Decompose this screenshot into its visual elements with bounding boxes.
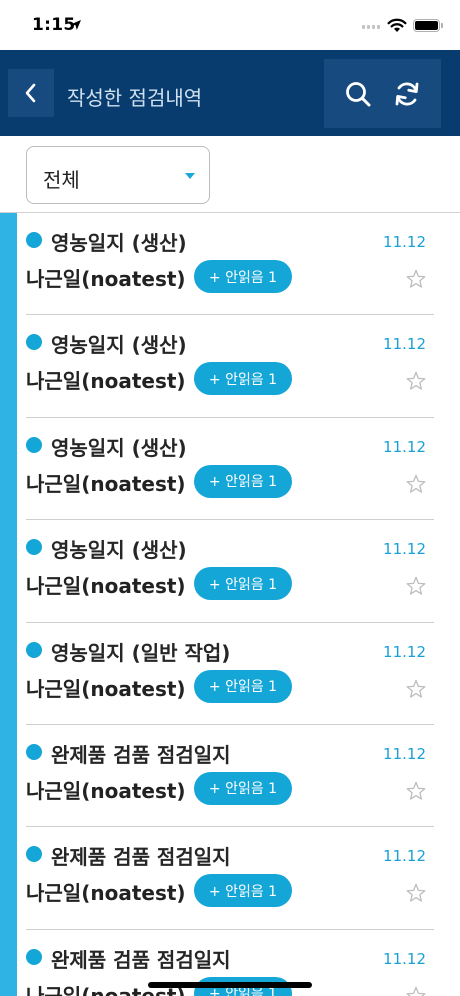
header-actions (324, 59, 441, 128)
unread-badge[interactable]: + 안읽음 1 (194, 567, 292, 601)
unread-badge[interactable]: + 안읽음 1 (194, 362, 292, 396)
refresh-button[interactable] (387, 74, 427, 114)
star-button[interactable] (404, 779, 428, 803)
inspection-list: 영농일지 (생산) 11.12 나근일(noatest) + 안읽음 1 영농일… (26, 213, 434, 996)
battery-cap (441, 23, 443, 28)
item-date: 11.12 (383, 437, 426, 456)
item-author: 나근일(noatest) (26, 881, 186, 906)
star-button[interactable] (404, 472, 428, 496)
item-date: 11.12 (383, 847, 426, 866)
unread-badge[interactable]: + 안읽음 1 (194, 260, 292, 293)
list-item[interactable]: 영농일지 (생산) 11.12 나근일(noatest) + 안읽음 1 (26, 315, 434, 418)
unread-badge[interactable]: + 안읽음 1 (194, 874, 292, 908)
item-date: 11.12 (383, 642, 426, 661)
item-date: 11.12 (383, 335, 426, 354)
star-button[interactable] (404, 677, 428, 701)
page-title: 작성한 점검내역 (67, 86, 203, 110)
battery-icon (413, 19, 440, 32)
star-icon (406, 576, 426, 595)
status-bar: 1:15 (0, 0, 460, 50)
home-indicator[interactable] (148, 982, 312, 988)
list-item[interactable]: 완제품 검품 점검일지 11.12 나근일(noatest) + 안읽음 1 (26, 725, 434, 828)
chevron-left-icon (25, 83, 36, 103)
unread-badge[interactable]: + 안읽음 1 (194, 771, 292, 805)
item-title: 영농일지 (생산) (51, 435, 187, 460)
star-icon (406, 679, 426, 698)
status-dot-icon (26, 846, 42, 863)
status-dot-icon (26, 641, 42, 658)
status-dot-icon (26, 334, 42, 351)
star-icon (406, 372, 426, 391)
back-button[interactable] (8, 69, 54, 117)
filter-bar: 전체 (0, 136, 460, 213)
item-author: 나근일(noatest) (26, 574, 186, 599)
item-author: 나근일(noatest) (26, 778, 186, 803)
star-button[interactable] (404, 267, 428, 291)
side-accent-bar (0, 213, 17, 996)
list-item[interactable]: 영농일지 (생산) 11.12 나근일(noatest) + 안읽음 1 (26, 418, 434, 521)
item-title: 완제품 검품 점검일지 (51, 742, 231, 767)
item-author: 나근일(noatest) (26, 267, 186, 291)
list-item[interactable]: 영농일지 (생산) 11.12 나근일(noatest) + 안읽음 1 (26, 520, 434, 623)
item-author: 나근일(noatest) (26, 676, 186, 701)
star-icon (406, 474, 426, 493)
list-item[interactable]: 완제품 검품 점검일지 11.12 나근일(noatest) + 안읽음 1 (26, 827, 434, 930)
unread-badge[interactable]: + 안읽음 1 (194, 464, 292, 498)
filter-dropdown[interactable]: 전체 (26, 146, 210, 204)
star-button[interactable] (404, 881, 428, 905)
inspection-list-area: 영농일지 (생산) 11.12 나근일(noatest) + 안읽음 1 영농일… (0, 213, 460, 996)
wifi-icon (387, 18, 407, 32)
star-icon (406, 986, 426, 996)
status-dot-icon (26, 743, 42, 760)
star-icon (406, 269, 426, 288)
unread-badge[interactable]: + 안읽음 1 (194, 669, 292, 703)
item-date: 11.12 (383, 949, 426, 968)
item-author: 나근일(noatest) (26, 369, 186, 394)
filter-selected-value: 전체 (43, 168, 80, 192)
refresh-icon (395, 82, 419, 106)
status-dot-icon (26, 539, 42, 556)
item-title: 영농일지 (생산) (51, 333, 187, 358)
item-title: 영농일지 (생산) (51, 538, 187, 563)
list-item[interactable]: 영농일지 (생산) 11.12 나근일(noatest) + 안읽음 1 (26, 213, 434, 316)
cellular-signal-icon (362, 25, 380, 29)
item-author: 나근일(noatest) (26, 471, 186, 496)
item-date: 11.12 (383, 233, 426, 251)
location-arrow-icon (71, 20, 81, 30)
item-date: 11.12 (383, 744, 426, 763)
item-title: 영농일지 (생산) (51, 231, 187, 255)
star-icon (406, 884, 426, 903)
status-dot-icon (26, 436, 42, 453)
item-title: 완제품 검품 점검일지 (51, 947, 231, 972)
caret-down-icon (185, 173, 195, 179)
star-button[interactable] (404, 369, 428, 393)
star-icon (406, 781, 426, 800)
star-button[interactable] (404, 984, 428, 996)
status-dot-icon (26, 232, 42, 248)
search-icon (346, 82, 371, 107)
item-title: 영농일지 (일반 작업) (51, 640, 231, 665)
star-button[interactable] (404, 574, 428, 598)
search-button[interactable] (338, 74, 378, 114)
status-time: 1:15 (32, 15, 76, 35)
item-title: 완제품 검품 점검일지 (51, 845, 231, 870)
app-header: 작성한 점검내역 (0, 50, 460, 136)
list-item[interactable]: 영농일지 (일반 작업) 11.12 나근일(noatest) + 안읽음 1 (26, 623, 434, 725)
item-date: 11.12 (383, 540, 426, 559)
status-dot-icon (26, 948, 42, 965)
